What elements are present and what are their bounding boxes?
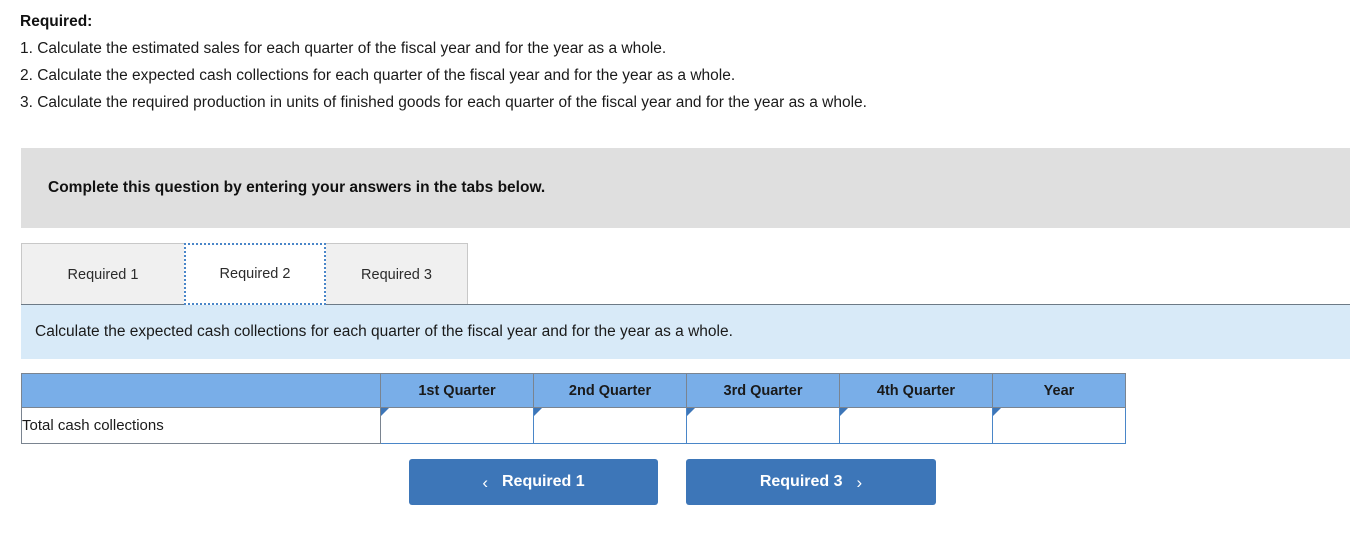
next-requirement-button[interactable]: Required 3 › [686,459,936,505]
chevron-left-icon: ‹ [482,472,488,492]
input-q3[interactable] [687,409,839,442]
input-q1[interactable] [381,409,533,442]
required-section: Required: 1. Calculate the estimated sal… [20,8,1350,116]
cash-collections-table: 1st Quarter 2nd Quarter 3rd Quarter 4th … [21,373,1126,444]
complete-question-banner: Complete this question by entering your … [21,148,1350,228]
input-q2[interactable] [534,409,686,442]
column-header-q2: 2nd Quarter [533,373,687,408]
required-item-2: 2. Calculate the expected cash collectio… [20,67,736,84]
cell-year[interactable] [992,407,1126,444]
tab-required-1[interactable]: Required 1 [21,243,185,305]
required-heading: Required: [20,13,93,30]
input-year[interactable] [993,409,1125,442]
previous-requirement-label: Required 1 [501,473,585,490]
tab-required-1-label: Required 1 [67,266,139,283]
tab-required-3-label: Required 3 [361,266,432,283]
table-header: 1st Quarter 2nd Quarter 3rd Quarter 4th … [21,373,1126,408]
requirement-tabs: Required 1 Required 2 Required 3 [21,243,1350,305]
required-item-1: 1. Calculate the estimated sales for eac… [20,40,667,57]
navigation-buttons: ‹ Required 1 Required 3 › [0,459,1360,505]
input-q4[interactable] [840,409,992,442]
row-label-total-cash-collections: Total cash collections [21,407,381,444]
column-header-year: Year [992,373,1126,408]
previous-requirement-button[interactable]: ‹ Required 1 [409,459,658,505]
instruction-banner: Calculate the expected cash collections … [21,305,1350,359]
column-header-q4: 4th Quarter [839,373,993,408]
cell-q1[interactable] [380,407,534,444]
table-body: Total cash collections [21,407,1126,444]
instruction-text: Calculate the expected cash collections … [35,323,733,340]
column-header-q1: 1st Quarter [380,373,534,408]
cell-q3[interactable] [686,407,840,444]
cell-q2[interactable] [533,407,687,444]
next-requirement-label: Required 3 [759,473,843,490]
required-item-3: 3. Calculate the required production in … [20,94,867,111]
tab-required-2-label: Required 2 [219,266,291,282]
tab-required-2[interactable]: Required 2 [184,243,326,305]
column-header-q3: 3rd Quarter [686,373,840,408]
cell-q4[interactable] [839,407,993,444]
chevron-right-icon: › [856,472,863,492]
tab-required-3[interactable]: Required 3 [325,243,468,305]
table-row: Total cash collections [21,407,1126,444]
complete-question-text: Complete this question by entering your … [48,179,546,196]
table-header-row: 1st Quarter 2nd Quarter 3rd Quarter 4th … [21,373,1126,408]
column-header-label [21,373,381,408]
